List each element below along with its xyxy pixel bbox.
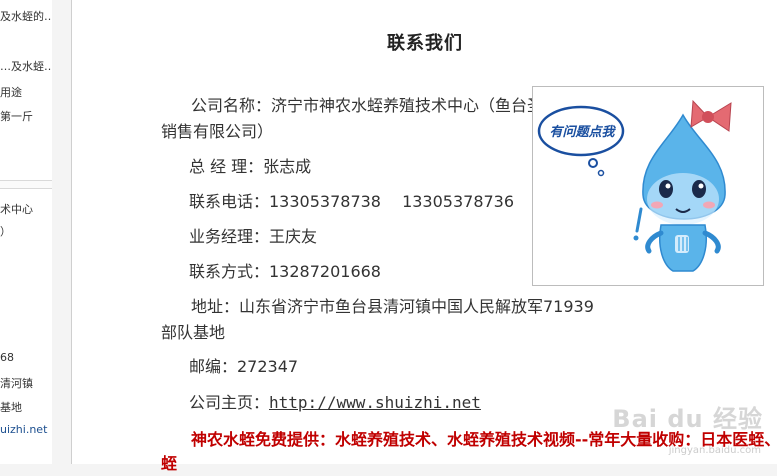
sidebar-text: 68: [0, 351, 14, 364]
sidebar-contact-box: 术中心 ） 68 清河镇 基地 uizhi.net: [0, 188, 52, 464]
page-title: 联系我们: [387, 33, 463, 54]
sidebar-text: 基地: [0, 401, 22, 414]
sidebar-link[interactable]: 用途: [0, 84, 22, 100]
homepage-label: 公司主页：: [189, 393, 270, 412]
sidebar-text: ）: [0, 225, 11, 238]
help-widget[interactable]: 有问题点我: [532, 86, 764, 286]
business-manager: 业务经理：王庆友: [189, 227, 318, 246]
sidebar-text: 术中心: [0, 203, 33, 216]
homepage-link[interactable]: http://www.shuizhi.net: [269, 393, 481, 412]
general-manager: 总 经 理：张志成: [189, 157, 312, 176]
address: 地址：山东省济宁市鱼台县清河镇中国人民解放军71939部队基地: [161, 297, 594, 342]
sidebar-article-list: 及水蛭的… …及水蛭… 用途 第一斤: [0, 0, 52, 181]
homepage: 公司主页：http://www.shuizhi.net: [189, 390, 481, 416]
water-drop-mascot-icon[interactable]: [533, 87, 763, 285]
sidebar-link[interactable]: 及水蛭的…: [0, 8, 52, 24]
help-bubble-text[interactable]: 有问题点我: [543, 121, 621, 140]
contact-phone: 联系电话：13305378738 13305378736: [189, 192, 515, 211]
watermark-url: jingyan.baidu.com: [668, 445, 761, 456]
contact-method: 联系方式：13287201668: [189, 262, 381, 281]
sidebar-link[interactable]: uizhi.net: [0, 423, 47, 436]
sidebar-link[interactable]: …及水蛭…: [0, 58, 52, 74]
postcode: 邮编：272347: [189, 357, 299, 376]
baidu-watermark: Bai du 经验: [612, 405, 763, 433]
sidebar-link[interactable]: 第一斤: [0, 108, 33, 124]
sidebar-text: 清河镇: [0, 377, 33, 390]
left-sidebar: 及水蛭的… …及水蛭… 用途 第一斤 术中心 ） 68 清河镇 基地 uizhi…: [0, 0, 52, 464]
